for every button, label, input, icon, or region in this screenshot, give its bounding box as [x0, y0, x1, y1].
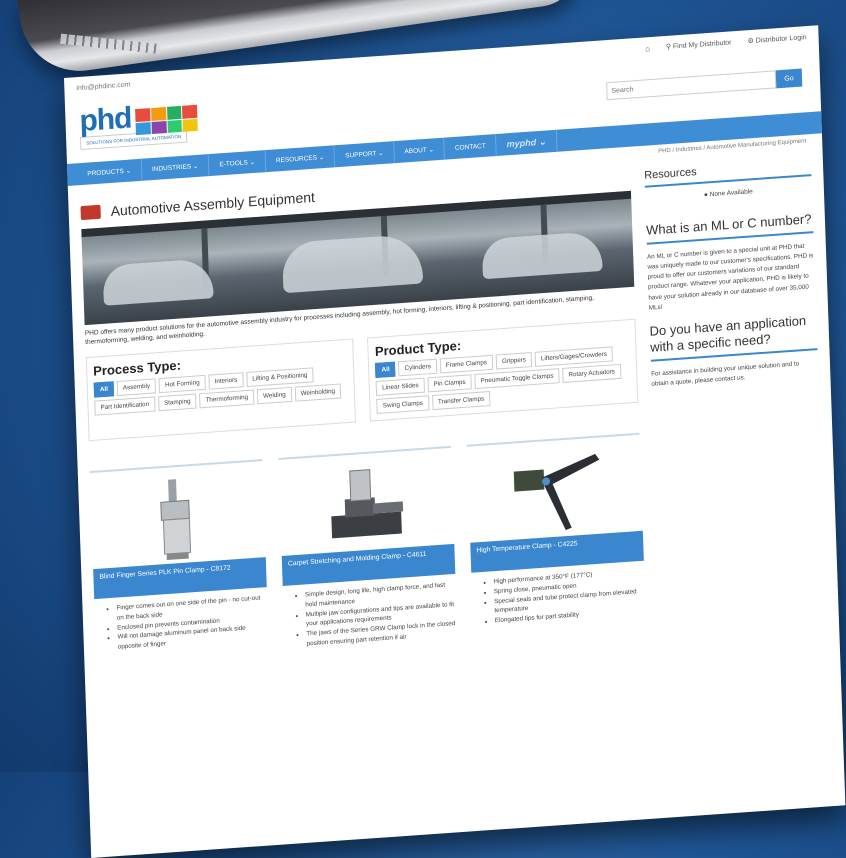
logo-blocks [135, 104, 198, 136]
industry-icon [80, 204, 101, 221]
nav-e-tools[interactable]: E-TOOLS ⌄ [209, 150, 267, 177]
website-screenshot: info@phdinc.com ⌂ ⚲ Find My Distributor … [64, 25, 846, 858]
process-tag-interiors[interactable]: Interiors [208, 372, 244, 390]
login-icon: ⚙ [747, 37, 756, 45]
process-type-filter: Process Type: All Assembly Hot Forming I… [85, 338, 357, 442]
process-tag-welding[interactable]: Welding [256, 387, 292, 405]
process-tag-hot-forming[interactable]: Hot Forming [158, 375, 206, 394]
nav-contact[interactable]: CONTACT [444, 133, 498, 160]
search-button[interactable]: Go [775, 68, 803, 89]
process-tag-thermoforming[interactable]: Thermoforming [199, 389, 255, 409]
process-tag-assembly[interactable]: Assembly [116, 378, 157, 397]
nav-myphd[interactable]: myphd ⌄ [496, 129, 558, 156]
product-tag-pin-clamps[interactable]: Pin Clamps [427, 374, 472, 393]
product-grid: Blind Finger Series PLK Pin Clamp - C817… [89, 432, 646, 664]
distributor-login-link[interactable]: ⚙ Distributor Login [747, 33, 806, 46]
product-tag-frame-clamps[interactable]: Frame Clamps [439, 354, 494, 374]
product-tag-grippers[interactable]: Grippers [495, 352, 533, 370]
main-content: Automotive Assembly Equipment PHD offers… [68, 147, 838, 664]
product-tag-rotary-actuators[interactable]: Rotary Actuators [562, 364, 622, 384]
distributor-login-label: Distributor Login [755, 33, 807, 45]
ml-text: An ML or C number is given to a special … [646, 243, 814, 312]
resources-none: ● None Available [645, 184, 812, 203]
process-tag-weinholding[interactable]: Weinholding [294, 383, 342, 402]
product-tag-cylinders[interactable]: Cylinders [398, 358, 438, 377]
left-column: Automotive Assembly Equipment PHD offers… [80, 161, 646, 664]
resources-none-label: None Available [709, 188, 753, 199]
laptop-keyboard [60, 33, 161, 55]
product-tag-linear-slides[interactable]: Linear Slides [375, 377, 425, 397]
product-type-filter: Product Type: All Cylinders Frame Clamps… [367, 318, 639, 422]
product-image[interactable] [467, 443, 643, 543]
process-tag-part-id[interactable]: Part Identification [94, 396, 156, 416]
product-tag-lifters[interactable]: Lifters/Gages/Crowders [534, 346, 614, 368]
phd-logo[interactable]: phd SOLUTIONS FOR INDUSTRIAL AUTOMATION [79, 98, 198, 151]
resources-heading: Resources [644, 158, 812, 188]
nav-about[interactable]: ABOUT ⌄ [394, 137, 446, 164]
home-icon[interactable]: ⌂ [645, 44, 650, 53]
product-tag-transfer-clamps[interactable]: Transfer Clamps [431, 391, 491, 411]
ml-heading: What is an ML or C number? [645, 211, 814, 246]
email-link[interactable]: info@phdinc.com [76, 81, 130, 92]
product-card[interactable]: Carpet Stretching and Molding Clamp - C4… [278, 446, 458, 651]
process-tag-all[interactable]: All [93, 381, 115, 398]
application-text[interactable]: For assistance in building your unique s… [651, 358, 818, 390]
process-tag-lifting[interactable]: Lifting & Positioning [246, 367, 314, 388]
find-distributor-label: Find My Distributor [672, 38, 732, 50]
product-card[interactable]: Blind Finger Series PLK Pin Clamp - C817… [89, 459, 269, 664]
search-box: Go [606, 68, 803, 101]
product-card[interactable]: High Temperature Clamp - C4225 High perf… [466, 432, 646, 638]
nav-products[interactable]: PRODUCTS ⌄ [76, 158, 143, 186]
sidebar: Resources ● None Available What is an ML… [644, 148, 827, 624]
process-tag-stamping[interactable]: Stamping [157, 393, 197, 412]
product-image[interactable] [279, 456, 455, 556]
product-image[interactable] [90, 469, 266, 569]
product-tag-all[interactable]: All [375, 361, 396, 379]
product-tag-toggle-clamps[interactable]: Pneumatic Toggle Clamps [474, 368, 560, 390]
product-tag-swing-clamps[interactable]: Swing Clamps [376, 395, 430, 415]
search-input[interactable] [606, 70, 777, 101]
nav-support[interactable]: SUPPORT ⌄ [334, 141, 395, 168]
application-heading: Do you have an application with a specif… [649, 311, 818, 362]
find-distributor-link[interactable]: ⚲ Find My Distributor [666, 38, 732, 52]
